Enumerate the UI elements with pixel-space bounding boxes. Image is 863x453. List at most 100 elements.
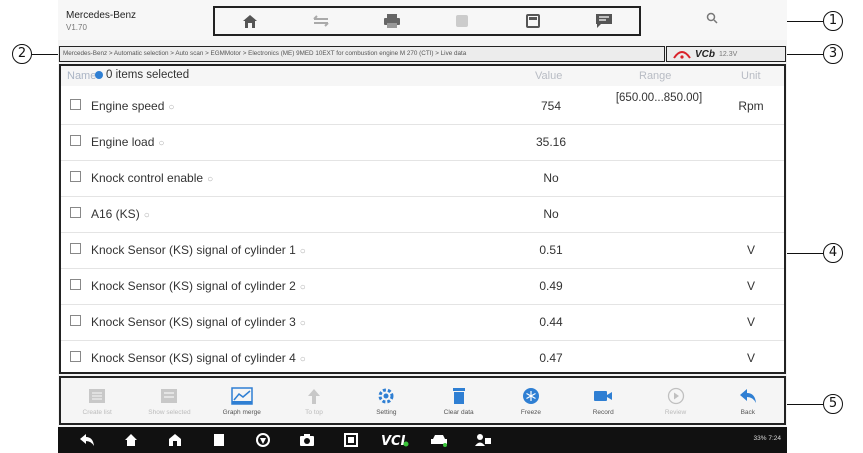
function-toolbar: Create list Show selected Graph merge To… — [59, 376, 786, 425]
row-value: 0.51 — [539, 243, 563, 257]
freeze-button[interactable]: Freeze — [495, 386, 567, 416]
nav-screenshot-icon[interactable] — [336, 430, 366, 450]
system-nav-bar: VCI 33% 7:24 — [58, 427, 787, 453]
brand-name: Mercedes-Benz — [66, 10, 137, 21]
table-row[interactable]: Knock Sensor (KS) signal of cylinder 1 ○ … — [61, 232, 784, 269]
message-icon[interactable] — [595, 13, 613, 29]
row-checkbox[interactable] — [70, 135, 81, 146]
row-value: No — [543, 207, 559, 221]
list-header: Name 0 items selected Value Range Unit — [61, 66, 784, 86]
review-icon — [665, 386, 687, 406]
nav-car-icon[interactable] — [424, 430, 454, 450]
row-range: [650.00...850.00] — [615, 92, 703, 104]
vci-connection-icon — [673, 51, 691, 59]
nav-browser-icon[interactable] — [248, 430, 278, 450]
create-list-button[interactable]: Create list — [61, 386, 133, 416]
nav-vci-icon[interactable]: VCI — [380, 430, 410, 450]
column-range: Range — [639, 70, 672, 82]
vci-status: VCb 12.3V — [666, 46, 786, 62]
settings-icon — [375, 386, 397, 406]
graph-merge-icon — [230, 386, 253, 406]
info-icon[interactable]: ○ — [300, 282, 306, 293]
record-button[interactable]: Record — [567, 386, 639, 416]
row-value: 0.47 — [539, 351, 563, 365]
callout-line-4 — [786, 253, 823, 254]
record-icon — [592, 386, 614, 406]
info-icon[interactable]: ○ — [158, 138, 164, 149]
info-icon[interactable]: ○ — [207, 174, 213, 185]
row-unit: V — [746, 315, 755, 329]
graph-merge-button[interactable]: Graph merge — [206, 386, 278, 416]
callout-4: 4 — [823, 243, 843, 263]
info-icon[interactable]: ○ — [168, 102, 174, 113]
row-value: 35.16 — [535, 135, 567, 149]
callout-2: 2 — [12, 44, 32, 64]
table-row[interactable]: Knock control enable ○ No — [61, 160, 784, 197]
row-name: Knock control enable ○ — [91, 171, 214, 185]
nav-house-icon[interactable] — [160, 430, 190, 450]
nav-recent-apps-icon[interactable] — [204, 430, 234, 450]
table-row[interactable]: Knock Sensor (KS) signal of cylinder 4 ○ … — [61, 340, 784, 372]
table-row[interactable]: Knock Sensor (KS) signal of cylinder 2 ○ … — [61, 268, 784, 305]
row-name: Engine load ○ — [91, 135, 165, 149]
row-unit: Rpm — [738, 99, 764, 113]
setting-button[interactable]: Setting — [350, 386, 422, 416]
breadcrumb[interactable]: Mercedes-Benz > Automatic selection > Au… — [59, 46, 665, 62]
home-icon[interactable] — [241, 13, 259, 29]
row-checkbox[interactable] — [70, 315, 81, 326]
row-checkbox[interactable] — [70, 99, 81, 110]
table-row[interactable]: A16 (KS) ○ No — [61, 196, 784, 233]
show-selected-button[interactable]: Show selected — [133, 386, 205, 416]
row-unit: V — [746, 243, 755, 257]
battery-voltage: 12.3V — [719, 50, 738, 58]
table-row[interactable]: Engine speed ○ 754 [650.00...850.00] Rpm — [61, 88, 784, 125]
search-icon[interactable] — [706, 12, 718, 27]
freeze-icon — [520, 386, 542, 406]
row-unit: V — [746, 351, 755, 365]
info-icon[interactable]: ○ — [300, 354, 306, 365]
row-checkbox[interactable] — [70, 207, 81, 218]
selection-dot-icon — [95, 70, 103, 79]
info-icon[interactable]: ○ — [300, 246, 306, 257]
table-row[interactable]: Engine load ○ 35.16 — [61, 124, 784, 161]
callout-5: 5 — [823, 394, 843, 414]
help-icon[interactable] — [453, 13, 471, 29]
row-checkbox[interactable] — [70, 279, 81, 290]
row-value: 0.49 — [539, 279, 563, 293]
info-icon[interactable]: ○ — [300, 318, 306, 329]
clear-data-button[interactable]: Clear data — [422, 386, 494, 416]
callout-line-5 — [786, 404, 823, 405]
row-name: Knock Sensor (KS) signal of cylinder 1 ○ — [91, 243, 306, 257]
nav-remote-icon[interactable] — [468, 430, 498, 450]
row-name: Knock Sensor (KS) signal of cylinder 3 ○ — [91, 315, 306, 329]
app-version: V1.70 — [66, 23, 87, 32]
review-button[interactable]: Review — [639, 386, 711, 416]
row-unit: V — [746, 279, 755, 293]
nav-camera-icon[interactable] — [292, 430, 322, 450]
info-icon[interactable]: ○ — [144, 210, 150, 221]
to-top-button[interactable]: To top — [278, 386, 350, 416]
nav-back-icon[interactable] — [72, 430, 102, 450]
svg-text:VCI: VCI — [381, 434, 406, 447]
row-name: Engine speed ○ — [91, 99, 175, 113]
back-icon — [737, 386, 759, 406]
print-icon[interactable] — [383, 13, 401, 29]
row-value: 754 — [540, 99, 562, 113]
row-value: 0.44 — [539, 315, 563, 329]
row-checkbox[interactable] — [70, 351, 81, 362]
back-button[interactable]: Back — [712, 386, 784, 416]
select-icon — [158, 386, 180, 406]
to-top-icon — [303, 386, 325, 406]
column-value: Value — [535, 70, 563, 82]
table-row[interactable]: Knock Sensor (KS) signal of cylinder 3 ○ … — [61, 304, 784, 341]
row-checkbox[interactable] — [70, 171, 81, 182]
column-unit: Unit — [741, 70, 761, 82]
nav-home-icon[interactable] — [116, 430, 146, 450]
column-name: Name — [67, 70, 97, 82]
vehicle-swap-icon[interactable] — [312, 13, 330, 29]
row-checkbox[interactable] — [70, 243, 81, 254]
callout-1: 1 — [823, 11, 843, 31]
save-icon[interactable] — [524, 13, 542, 29]
row-name: Knock Sensor (KS) signal of cylinder 4 ○ — [91, 351, 306, 365]
list-icon — [86, 386, 108, 406]
